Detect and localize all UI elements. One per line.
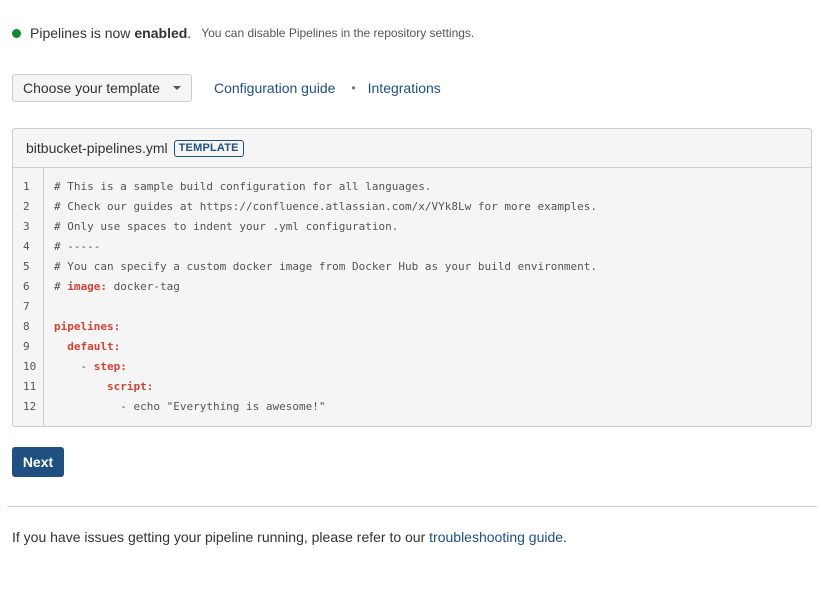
next-button[interactable]: Next (12, 447, 64, 477)
template-dropdown[interactable]: Choose your template (12, 74, 192, 102)
line-number: 7 (23, 300, 30, 313)
code-line: # image: docker-tag (54, 277, 597, 297)
line-number: 6 (23, 280, 30, 293)
link-separator: • (351, 81, 356, 95)
editor-header: bitbucket-pipelines.yml TEMPLATE (13, 129, 811, 168)
line-number: 9 (23, 340, 30, 353)
code-text: # (54, 280, 68, 293)
code-line: - step: (54, 357, 597, 377)
line-number: 11 (23, 380, 37, 393)
code-text: # You can specify a custom docker image … (54, 260, 598, 273)
status-message: Pipelines is now enabled . You can disab… (12, 24, 474, 42)
yaml-editor: bitbucket-pipelines.yml TEMPLATE 1234567… (12, 128, 812, 427)
line-number: 4 (23, 240, 30, 253)
line-number: 10 (23, 360, 37, 373)
code-text: # Only use spaces to indent your .yml co… (54, 220, 399, 233)
code-text: # This is a sample build configuration f… (54, 180, 432, 193)
status-subtext: You can disable Pipelines in the reposit… (201, 26, 475, 40)
code-text: - echo "Everything is awesome!" (54, 400, 326, 413)
template-dropdown-label: Choose your template (23, 80, 160, 96)
integrations-link[interactable]: Integrations (368, 80, 441, 96)
yaml-key: script: (106, 380, 154, 393)
troubleshooting-guide-link[interactable]: troubleshooting guide (429, 529, 563, 545)
code-line: # You can specify a custom docker image … (54, 257, 597, 277)
yaml-key: pipelines: (54, 320, 121, 333)
yaml-key: default: (67, 340, 121, 353)
line-number: 12 (23, 400, 37, 413)
code-line: default: (54, 337, 597, 357)
section-divider (7, 506, 817, 507)
status-period: . (187, 25, 192, 41)
chevron-down-icon (173, 86, 181, 90)
status-enabled-text: enabled (134, 25, 188, 41)
code-content[interactable]: # This is a sample build configuration f… (44, 168, 597, 426)
code-line: - echo "Everything is awesome!" (54, 397, 597, 417)
code-line: script: (54, 377, 597, 397)
line-number: 3 (23, 220, 30, 233)
line-number: 5 (23, 260, 30, 273)
yaml-key: image: (67, 280, 107, 293)
code-text: - (54, 360, 94, 373)
status-main-text: Pipelines is now (30, 25, 131, 41)
code-line: # Only use spaces to indent your .yml co… (54, 217, 597, 237)
configuration-guide-link[interactable]: Configuration guide (214, 80, 335, 96)
line-number: 1 (23, 180, 30, 193)
code-line: # Check our guides at https://confluence… (54, 197, 597, 217)
line-number-gutter: 1 2 3 4 5 6 7 8 9 10 11 12 (13, 168, 44, 426)
footer-period: . (563, 529, 567, 545)
code-line: pipelines: (54, 317, 597, 337)
yaml-key: step: (93, 360, 127, 373)
template-toolbar: Choose your template Configuration guide… (12, 73, 441, 103)
code-text: # Check our guides at https://confluence… (54, 200, 598, 213)
footer-text: If you have issues getting your pipeline… (12, 529, 426, 545)
footer-help-text: If you have issues getting your pipeline… (12, 529, 567, 545)
line-number: 8 (23, 320, 30, 333)
editor-filename: bitbucket-pipelines.yml (26, 140, 168, 156)
status-dot-icon (12, 28, 21, 38)
code-line: # This is a sample build configuration f… (54, 177, 597, 197)
line-number: 2 (23, 200, 30, 213)
code-text: docker-tag (107, 280, 180, 293)
code-text: # ----- (54, 240, 101, 253)
code-area[interactable]: 1 2 3 4 5 6 7 8 9 10 11 12 # This is a sample build… (13, 168, 811, 426)
template-badge: TEMPLATE (173, 139, 244, 157)
code-line: # ----- (54, 237, 597, 257)
